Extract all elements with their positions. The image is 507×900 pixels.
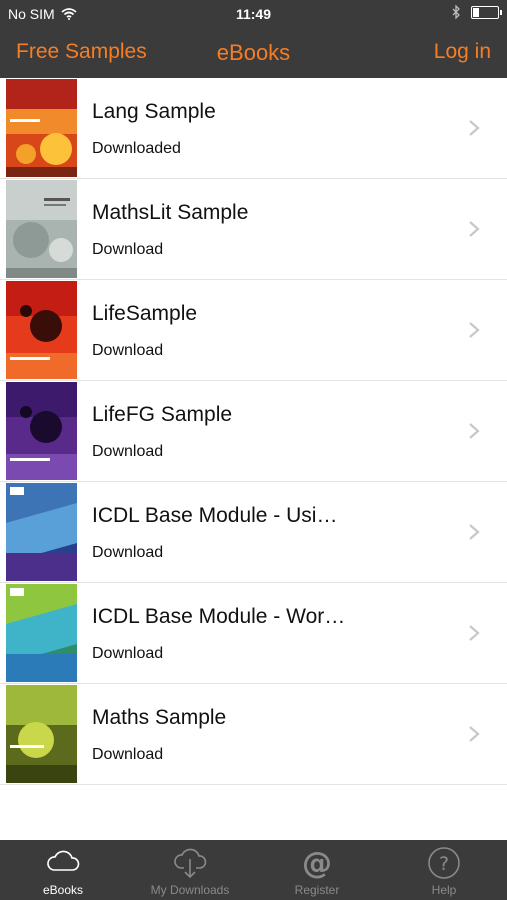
tab-ebooks[interactable]: eBooks <box>0 840 126 900</box>
status-time: 11:49 <box>235 6 272 22</box>
book-cover <box>6 79 77 177</box>
book-status: Download <box>92 342 164 359</box>
book-title: LifeSample <box>92 302 198 325</box>
book-list: Lang Sample Downloaded MathsLit Sample D… <box>0 78 507 785</box>
status-bar: No SIM 11:49 <box>0 0 507 28</box>
book-row-icdl-wor[interactable]: ICDL Base Module - Wor… Download <box>0 583 507 684</box>
help-icon: ? <box>428 847 460 879</box>
chevron-right-icon <box>469 423 480 439</box>
tab-label: Help <box>431 883 457 897</box>
svg-text:?: ? <box>439 853 449 875</box>
chevron-right-icon <box>469 726 480 742</box>
tab-label: Register <box>294 883 340 897</box>
svg-text:@: @ <box>302 846 332 880</box>
book-status: Download <box>92 746 164 763</box>
book-row-maths-sample[interactable]: Maths Sample Download <box>0 684 507 785</box>
chevron-right-icon <box>469 625 480 641</box>
book-row-lang-sample[interactable]: Lang Sample Downloaded <box>0 78 507 179</box>
tab-my-downloads[interactable]: My Downloads <box>127 840 253 900</box>
book-cover <box>6 584 77 682</box>
free-samples-button[interactable]: Free Samples <box>16 40 147 64</box>
tab-label: My Downloads <box>150 883 230 897</box>
chevron-right-icon <box>469 221 480 237</box>
book-cover <box>6 382 77 480</box>
status-right <box>452 5 502 19</box>
book-status: Download <box>92 544 164 561</box>
book-status: Downloaded <box>92 140 181 157</box>
chevron-right-icon <box>469 120 480 136</box>
tab-help[interactable]: ? Help <box>381 840 507 900</box>
book-title: ICDL Base Module - Wor… <box>92 605 346 628</box>
book-status: Download <box>92 443 164 460</box>
book-status: Download <box>92 645 164 662</box>
book-row-icdl-usi[interactable]: ICDL Base Module - Usi… Download <box>0 482 507 583</box>
book-title: MathsLit Sample <box>92 201 249 224</box>
bluetooth-icon <box>452 5 460 19</box>
book-status: Download <box>92 241 164 258</box>
book-row-mathslit-sample[interactable]: MathsLit Sample Download <box>0 179 507 280</box>
book-cover <box>6 483 77 581</box>
cloud-icon <box>47 850 80 871</box>
tab-bar: eBooks My Downloads @ Register ? Help <box>0 840 507 900</box>
chevron-right-icon <box>469 322 480 338</box>
book-cover <box>6 281 77 379</box>
nav-bar: Free Samples eBooks Log in <box>0 28 507 78</box>
cloud-download-icon <box>174 848 207 879</box>
battery-icon <box>471 5 502 19</box>
tab-register[interactable]: @ Register <box>254 840 380 900</box>
book-cover <box>6 180 77 278</box>
book-title: Lang Sample <box>92 100 216 123</box>
book-row-lifefg-sample[interactable]: LifeFG Sample Download <box>0 381 507 482</box>
book-title: LifeFG Sample <box>92 403 233 426</box>
book-title: ICDL Base Module - Usi… <box>92 504 338 527</box>
at-icon: @ <box>302 846 332 880</box>
login-button[interactable]: Log in <box>434 40 491 64</box>
book-cover <box>6 685 77 783</box>
book-row-lifesample[interactable]: LifeSample Download <box>0 280 507 381</box>
tab-label: eBooks <box>42 883 84 897</box>
book-title: Maths Sample <box>92 706 227 729</box>
chevron-right-icon <box>469 524 480 540</box>
